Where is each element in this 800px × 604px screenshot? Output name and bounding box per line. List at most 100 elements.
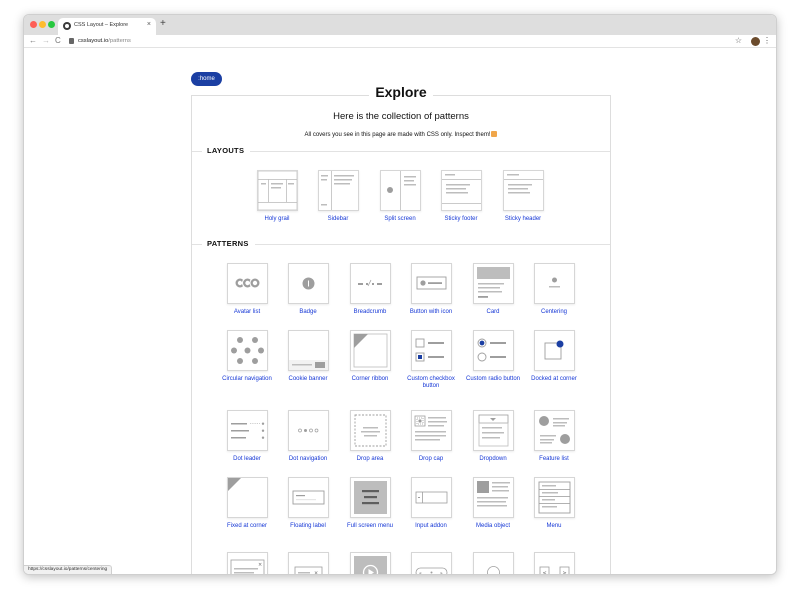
overlay-play-button-cover-icon[interactable] <box>350 552 391 574</box>
maximize-window-button[interactable] <box>48 21 55 28</box>
close-tab-icon[interactable]: × <box>147 21 151 29</box>
forward-button[interactable]: → <box>42 36 50 46</box>
docked-at-corner-cover-icon[interactable] <box>534 330 575 371</box>
desktop: CSS Layout – Explore × + ← → C csslayout… <box>0 0 800 604</box>
dot-leader-cover-icon[interactable] <box>227 410 268 451</box>
holy-grail-cover-art <box>258 171 297 210</box>
holy-grail-link[interactable]: Holy grail <box>247 216 307 223</box>
corner-ribbon-link[interactable]: Corner ribbon <box>340 376 400 383</box>
circular-navigation-cover-icon[interactable] <box>227 330 268 371</box>
address-url[interactable]: csslayout.io/patterns <box>78 38 131 44</box>
menu-link[interactable]: Menu <box>524 523 584 530</box>
button-with-icon-cover-art <box>416 276 447 290</box>
back-button[interactable]: ← <box>29 36 37 46</box>
dot-leader-link[interactable]: Dot leader <box>217 456 277 463</box>
floating-label-link[interactable]: Floating label <box>278 523 338 530</box>
popover-arrow-cover-icon[interactable] <box>473 552 514 574</box>
breadcrumb-link[interactable]: Breadcrumb <box>340 309 400 316</box>
browser-menu-icon[interactable]: ⋮ <box>763 36 771 46</box>
new-tab-button[interactable]: + <box>160 18 166 30</box>
centering-cover-icon[interactable] <box>534 263 575 304</box>
drop-cap-link[interactable]: Drop cap <box>401 456 461 463</box>
reload-button[interactable]: C <box>55 36 61 46</box>
menu-cover-icon[interactable] <box>534 477 575 518</box>
feature-list-link[interactable]: Feature list <box>524 456 584 463</box>
cookie-banner-cover-icon[interactable] <box>288 330 329 371</box>
feature-list-cover-icon[interactable] <box>534 410 575 451</box>
breadcrumb-cover-art <box>358 279 382 287</box>
full-screen-menu-link[interactable]: Full screen menu <box>340 523 400 530</box>
cookie-banner-link[interactable]: Cookie banner <box>278 376 338 383</box>
sidebar-cover-icon[interactable] <box>318 170 359 211</box>
badge-link[interactable]: Badge <box>278 309 338 316</box>
circular-navigation-cover-art <box>231 337 264 364</box>
page-title: Explore <box>192 84 610 100</box>
sidebar-link[interactable]: Sidebar <box>308 216 368 223</box>
modal-cover-art: × <box>230 559 265 574</box>
address-bar[interactable]: csslayout.io/patterns <box>68 36 728 47</box>
dot-navigation-cover-art <box>298 428 319 433</box>
avatar-list-cover-icon[interactable] <box>227 263 268 304</box>
card-link[interactable]: Card <box>463 309 523 316</box>
custom-radio-button-cover-art <box>477 338 506 362</box>
holy-grail-cover-icon[interactable] <box>257 170 298 211</box>
card-cover-icon[interactable] <box>473 263 514 304</box>
dot-navigation-link[interactable]: Dot navigation <box>278 456 338 463</box>
centering-link[interactable]: Centering <box>524 309 584 316</box>
drop-area-cover-icon[interactable] <box>350 410 391 451</box>
tab-explore[interactable]: CSS Layout – Explore × <box>58 18 156 35</box>
circular-navigation-link[interactable]: Circular navigation <box>217 376 277 383</box>
notification-cover-icon[interactable]: × <box>288 552 329 574</box>
corner-ribbon-cover-icon[interactable] <box>350 330 391 371</box>
modal-cover-icon[interactable]: × <box>227 552 268 574</box>
sticky-footer-cover-icon[interactable] <box>441 170 482 211</box>
dropdown-link[interactable]: Dropdown <box>463 456 523 463</box>
pagination-cover-icon[interactable]: «» <box>411 552 452 576</box>
minimize-window-button[interactable] <box>39 21 46 28</box>
previous-next-buttons-cover-icon[interactable]: < > <box>534 552 575 576</box>
drop-cap-cover-icon[interactable] <box>411 410 452 451</box>
menu-cover-art <box>538 481 571 514</box>
custom-checkbox-button-cover-icon[interactable] <box>411 330 452 371</box>
section-patterns-heading: PATTERNS <box>192 239 610 249</box>
media-object-link[interactable]: Media object <box>463 523 523 530</box>
section-layouts-heading: LAYOUTS <box>192 146 610 156</box>
dot-navigation-cover-icon[interactable] <box>288 410 329 451</box>
sticky-header-link[interactable]: Sticky header <box>493 216 553 223</box>
custom-radio-button-cover-icon[interactable] <box>473 330 514 371</box>
page-content: :home Explore Here is the collection of … <box>24 48 776 576</box>
split-screen-cover-icon[interactable] <box>380 170 421 211</box>
site-favicon-icon <box>63 22 71 30</box>
svg-text:«: « <box>419 572 422 576</box>
close-window-button[interactable] <box>30 21 37 28</box>
input-addon-cover-icon[interactable] <box>411 477 452 518</box>
badge-cover-icon[interactable] <box>288 263 329 304</box>
media-object-cover-art <box>477 481 510 507</box>
media-object-cover-icon[interactable] <box>473 477 514 518</box>
svg-text:>: > <box>563 571 567 576</box>
profile-avatar[interactable] <box>751 37 760 46</box>
button-with-icon-cover-icon[interactable] <box>411 263 452 304</box>
input-addon-link[interactable]: Input addon <box>401 523 461 530</box>
floating-label-cover-icon[interactable] <box>288 477 329 518</box>
fixed-at-corner-cover-icon[interactable] <box>227 477 268 518</box>
split-screen-link[interactable]: Split screen <box>370 216 430 223</box>
dropdown-cover-icon[interactable] <box>473 410 514 451</box>
status-bar-url: https://csslayout.io/patterns/centering <box>24 565 113 574</box>
avatar-list-link[interactable]: Avatar list <box>217 309 277 316</box>
full-screen-menu-cover-icon[interactable] <box>350 477 391 518</box>
section-patterns-label: PATTERNS <box>202 239 255 248</box>
browser-toolbar: ← → C csslayout.io/patterns ☆ ⋮ <box>24 35 776 48</box>
sticky-footer-link[interactable]: Sticky footer <box>431 216 491 223</box>
custom-checkbox-button-link[interactable]: Custom checkbox button <box>401 376 461 391</box>
docked-at-corner-link[interactable]: Docked at corner <box>524 376 584 383</box>
fixed-at-corner-link[interactable]: Fixed at corner <box>217 523 277 530</box>
custom-radio-button-link[interactable]: Custom radio button <box>463 376 523 383</box>
breadcrumb-cover-icon[interactable] <box>350 263 391 304</box>
bookmark-star-icon[interactable]: ☆ <box>735 36 742 46</box>
button-with-icon-link[interactable]: Button with icon <box>401 309 461 316</box>
page-subtitle: Here is the collection of patterns <box>333 111 469 122</box>
floating-label-cover-art <box>292 490 325 505</box>
sticky-header-cover-icon[interactable] <box>503 170 544 211</box>
drop-area-link[interactable]: Drop area <box>340 456 400 463</box>
